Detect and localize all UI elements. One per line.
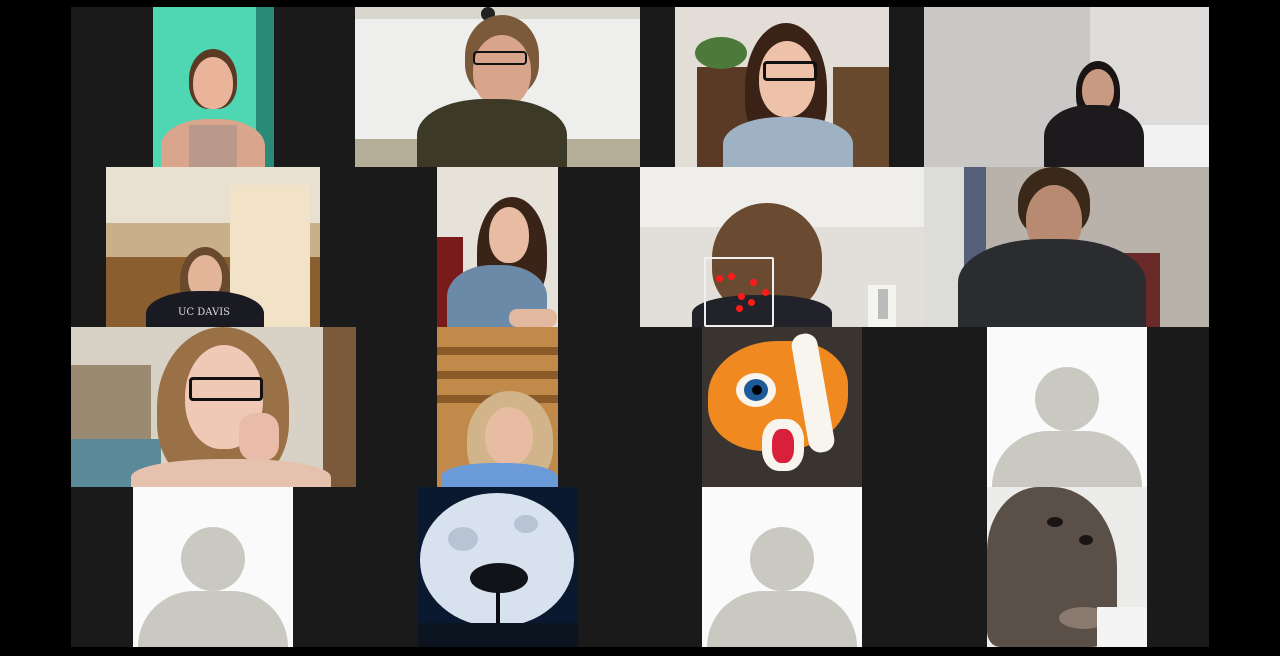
shirt-text: UC DAVIS xyxy=(178,307,231,318)
person-avatar-icon xyxy=(1035,367,1099,431)
participant-tile-p15[interactable] xyxy=(702,487,862,647)
participant-tile-p9[interactable] xyxy=(71,327,356,487)
participant-tile-p12[interactable] xyxy=(987,327,1147,487)
participant-tile-p1[interactable] xyxy=(153,7,274,167)
participant-tile-p11[interactable] xyxy=(702,327,862,487)
video-call-window: UC DAVIS xyxy=(0,0,1280,656)
participant-tile-p4[interactable] xyxy=(924,7,1209,167)
person-avatar-icon xyxy=(181,527,245,591)
person-avatar-icon xyxy=(750,527,814,591)
participant-tile-p6[interactable] xyxy=(437,167,558,327)
participant-tile-p14[interactable] xyxy=(418,487,578,647)
participant-tile-p10[interactable] xyxy=(437,327,558,487)
participant-tile-p7[interactable] xyxy=(640,167,925,327)
participant-tile-p5[interactable]: UC DAVIS xyxy=(106,167,320,327)
face-tracking-box xyxy=(704,257,774,327)
participant-tile-p8[interactable] xyxy=(924,167,1209,327)
participant-tile-p13[interactable] xyxy=(133,487,293,647)
clownfish-image xyxy=(702,327,862,487)
participant-tile-p3[interactable] xyxy=(675,7,889,167)
participant-tile-p2[interactable] xyxy=(355,7,640,167)
gallery-view: UC DAVIS xyxy=(71,7,1209,647)
participant-tile-p16[interactable] xyxy=(987,487,1147,647)
